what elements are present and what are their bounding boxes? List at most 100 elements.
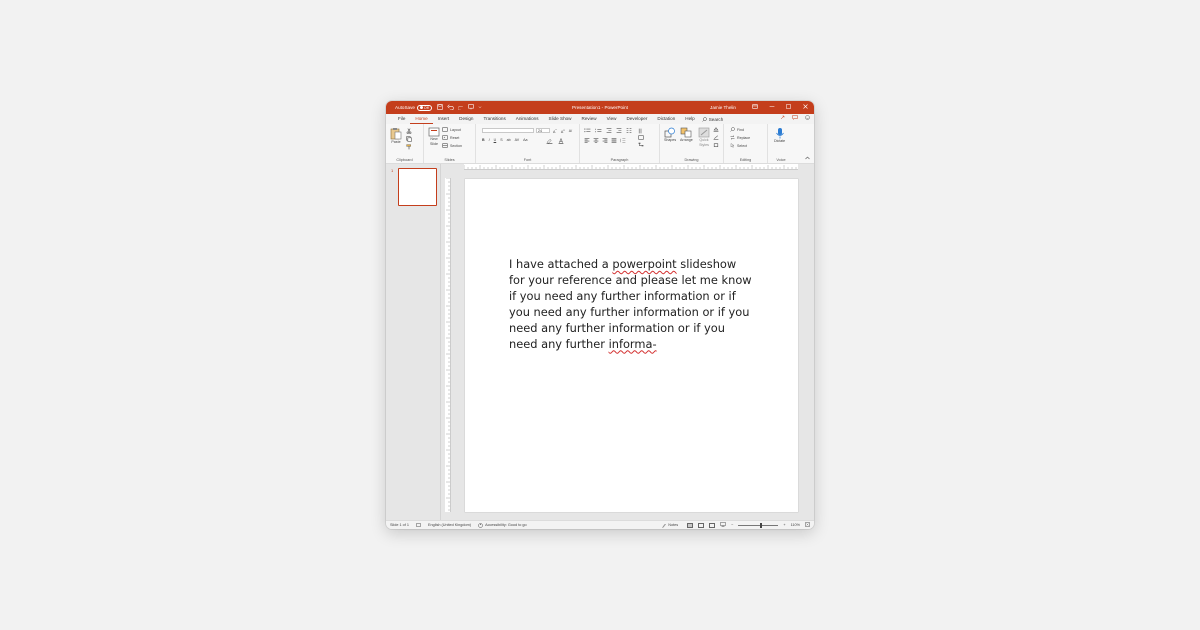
justify-icon[interactable] (611, 138, 617, 143)
shapes-button[interactable]: Shapes (664, 127, 676, 142)
slide-thumbnail[interactable] (398, 168, 437, 206)
thumbnail-number: 1 (391, 168, 394, 173)
comments-icon[interactable] (792, 115, 798, 122)
slide-text-box[interactable]: I have attached a powerpoint slideshow f… (509, 257, 754, 352)
format-painter-button[interactable] (406, 144, 412, 150)
record-icon[interactable] (780, 115, 785, 122)
find-icon (730, 127, 735, 132)
smartart-button[interactable] (638, 142, 644, 147)
reading-view-icon[interactable] (709, 522, 716, 528)
replace-button[interactable]: Replace (730, 135, 750, 140)
zoom-slider-thumb[interactable] (760, 522, 762, 528)
align-center-icon[interactable] (593, 138, 599, 143)
arrange-button[interactable]: Arrange (680, 127, 693, 142)
zoom-slider[interactable] (738, 522, 779, 528)
cut-button[interactable] (406, 128, 412, 134)
redo-icon[interactable] (457, 104, 464, 112)
character-spacing-icon[interactable]: AV (515, 138, 520, 142)
tab-review[interactable]: Review (577, 114, 602, 124)
change-case-icon[interactable]: Aa (523, 138, 527, 142)
slide-sorter-view-icon[interactable] (698, 522, 705, 528)
increase-font-size-icon[interactable]: A^ (553, 128, 557, 134)
slide-canvas[interactable]: I have attached a powerpoint slideshow f… (465, 179, 798, 512)
font-size-box[interactable]: 24 (536, 128, 550, 133)
quick-styles-button[interactable]: Quick Styles (697, 127, 711, 147)
autosave-toggle[interactable]: Off (416, 104, 432, 111)
save-icon[interactable] (436, 103, 443, 112)
tab-animations[interactable]: Animations (511, 114, 544, 124)
bold-icon[interactable]: B (482, 138, 485, 142)
tab-transitions[interactable]: Transitions (478, 114, 510, 124)
paste-button[interactable]: Paste (390, 127, 402, 144)
accessibility-status[interactable]: Accessibility: Good to go (478, 522, 527, 528)
text-direction-icon[interactable] (638, 128, 644, 134)
font-color-icon[interactable] (558, 137, 564, 145)
increase-indent-icon[interactable] (616, 128, 622, 133)
misspelled-word: informa- (608, 336, 657, 351)
autosave-control[interactable]: AutoSave Off (395, 104, 432, 111)
decrease-indent-icon[interactable] (606, 128, 612, 133)
tab-view[interactable]: View (602, 114, 622, 124)
tab-slide-show[interactable]: Slide Show (544, 114, 577, 124)
align-text-button[interactable] (638, 135, 644, 140)
zoom-level[interactable]: 110% (791, 523, 800, 527)
columns-icon[interactable] (626, 128, 632, 133)
spellcheck-status-icon[interactable] (416, 523, 421, 527)
strikethrough-icon[interactable]: S (500, 138, 502, 142)
maximize-icon[interactable] (780, 104, 797, 111)
tab-design[interactable]: Design (454, 114, 478, 124)
select-button[interactable]: Select (730, 143, 747, 148)
tab-developer[interactable]: Developer (621, 114, 652, 124)
fit-slide-icon[interactable] (805, 522, 810, 528)
decrease-font-size-icon[interactable]: Av (561, 128, 565, 134)
numbering-icon[interactable] (595, 128, 602, 133)
bullets-icon[interactable] (584, 128, 591, 133)
highlight-color-icon[interactable] (546, 138, 553, 145)
line-spacing-icon[interactable] (620, 138, 626, 143)
underline-icon[interactable]: U (494, 138, 497, 142)
minimize-icon[interactable] (763, 104, 780, 111)
notes-button[interactable]: Notes (662, 523, 678, 528)
toggle-knob (419, 106, 423, 109)
font-name-box[interactable] (482, 128, 534, 133)
italic-icon[interactable]: I (489, 138, 490, 142)
new-slide-button[interactable]: New Slide (427, 127, 441, 146)
copy-button[interactable] (406, 136, 412, 142)
reset-label: Reset (450, 135, 460, 140)
tab-home[interactable]: Home (410, 114, 433, 124)
dictate-button[interactable]: Dictate (774, 127, 785, 143)
collapse-ribbon-icon[interactable] (805, 156, 810, 161)
search-box[interactable]: Search (702, 117, 723, 122)
zoom-out-icon[interactable]: − (731, 523, 733, 527)
layout-button[interactable]: Layout (442, 127, 461, 132)
tab-dictation[interactable]: Dictation (652, 114, 680, 124)
align-left-icon[interactable] (584, 138, 590, 143)
shape-outline-icon[interactable] (713, 135, 719, 140)
undo-icon[interactable] (447, 103, 454, 112)
start-from-beginning-icon[interactable] (467, 103, 474, 112)
zoom-in-icon[interactable]: + (783, 523, 785, 527)
ribbon-display-options-icon[interactable] (746, 104, 763, 111)
notes-label: Notes (668, 523, 679, 527)
slide-show-view-icon[interactable] (720, 522, 726, 528)
feedback-smiley-icon[interactable] (805, 115, 810, 122)
section-button[interactable]: Section (442, 143, 462, 148)
find-label: Find (737, 127, 744, 132)
customize-toolbar-icon[interactable] (478, 105, 482, 111)
slide-counter: Slide 1 of 1 (390, 523, 409, 527)
tab-file[interactable]: File (393, 114, 410, 124)
language-status[interactable]: English (United Kingdom) (428, 523, 471, 527)
tab-help[interactable]: Help (680, 114, 699, 124)
font-format-row: B I U S ab AV Aa (482, 138, 528, 142)
user-name[interactable]: Jamie Thelin (710, 105, 736, 110)
shape-fill-icon[interactable] (713, 127, 719, 132)
shadow-icon[interactable]: ab (507, 138, 511, 142)
clear-formatting-icon[interactable]: A/ (569, 129, 572, 133)
shape-effects-icon[interactable] (713, 143, 719, 148)
tab-insert[interactable]: Insert (433, 114, 455, 124)
reset-button[interactable]: Reset (442, 135, 459, 140)
align-right-icon[interactable] (602, 138, 608, 143)
find-button[interactable]: Find (730, 127, 744, 132)
close-icon[interactable] (797, 104, 814, 111)
normal-view-icon[interactable] (687, 522, 694, 528)
